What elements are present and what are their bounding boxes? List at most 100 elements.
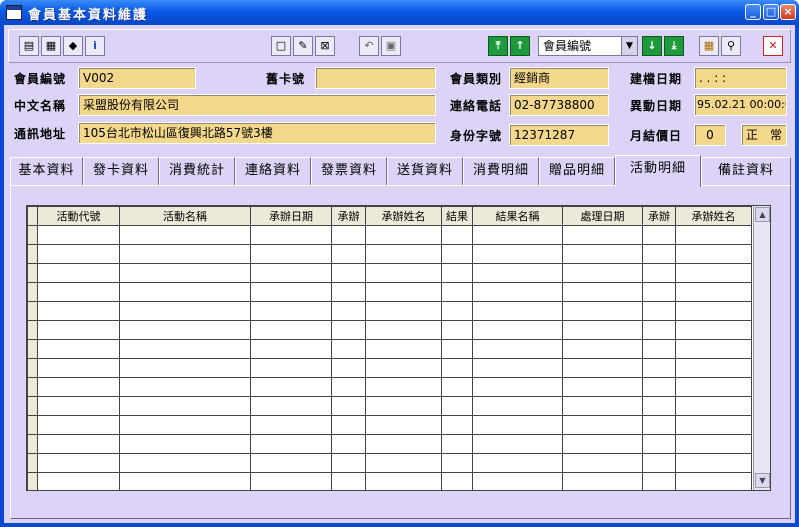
phone-field[interactable]: 02-87738800 bbox=[509, 94, 609, 116]
table-cell[interactable] bbox=[365, 244, 442, 264]
tab-basic-info[interactable]: 基本資料 bbox=[10, 157, 83, 185]
table-cell[interactable] bbox=[562, 225, 643, 245]
next-record-icon[interactable]: ↓ bbox=[642, 36, 662, 56]
table-row[interactable] bbox=[27, 472, 752, 490]
last-record-icon[interactable]: ⤓ bbox=[664, 36, 684, 56]
chevron-down-icon[interactable]: ▼ bbox=[621, 37, 637, 55]
tab-gift-detail[interactable]: 贈品明細 bbox=[539, 157, 615, 185]
table-cell[interactable] bbox=[562, 377, 643, 397]
table-cell[interactable] bbox=[119, 339, 251, 359]
table-cell[interactable] bbox=[250, 453, 332, 473]
table-cell[interactable] bbox=[675, 301, 752, 321]
search-icon[interactable]: ⚲ bbox=[721, 36, 741, 56]
table-row[interactable] bbox=[27, 358, 752, 378]
table-cell[interactable] bbox=[441, 244, 473, 264]
table-cell[interactable] bbox=[441, 282, 473, 302]
sort-field-select[interactable]: 會員編號 ▼ bbox=[538, 36, 638, 56]
row-header[interactable] bbox=[27, 358, 38, 378]
table-cell[interactable] bbox=[472, 434, 563, 454]
table-cell[interactable] bbox=[119, 434, 251, 454]
table-cell[interactable] bbox=[472, 282, 563, 302]
table-cell[interactable] bbox=[675, 377, 752, 397]
table-row[interactable] bbox=[27, 415, 752, 435]
table-cell[interactable] bbox=[441, 396, 473, 416]
table-cell[interactable] bbox=[365, 396, 442, 416]
row-header[interactable] bbox=[27, 301, 38, 321]
table-cell[interactable] bbox=[441, 453, 473, 473]
table-cell[interactable] bbox=[642, 396, 676, 416]
tab-consumption-stats[interactable]: 消費統計 bbox=[159, 157, 235, 185]
table-row[interactable] bbox=[27, 282, 752, 302]
first-record-icon[interactable]: ⤒ bbox=[488, 36, 508, 56]
table-cell[interactable] bbox=[119, 225, 251, 245]
table-cell[interactable] bbox=[37, 358, 120, 378]
table-row[interactable] bbox=[27, 244, 752, 264]
table-cell[interactable] bbox=[642, 225, 676, 245]
row-header[interactable] bbox=[27, 396, 38, 416]
table-cell[interactable] bbox=[119, 358, 251, 378]
maximize-button[interactable]: □ bbox=[763, 4, 779, 20]
table-row[interactable] bbox=[27, 396, 752, 416]
table-cell[interactable] bbox=[472, 453, 563, 473]
table-cell[interactable] bbox=[441, 434, 473, 454]
table-cell[interactable] bbox=[365, 377, 442, 397]
column-header[interactable]: 承辦姓名 bbox=[365, 206, 442, 226]
table-cell[interactable] bbox=[642, 244, 676, 264]
activity-grid[interactable]: 活動代號 活動名稱 承辦日期 承辦 承辦姓名 結果 結果名稱 處理日期 承辦 承… bbox=[26, 205, 771, 491]
previous-record-icon[interactable]: ↑ bbox=[510, 36, 530, 56]
table-cell[interactable] bbox=[119, 301, 251, 321]
table-row[interactable] bbox=[27, 377, 752, 397]
table-cell[interactable] bbox=[119, 472, 251, 490]
table-cell[interactable] bbox=[642, 263, 676, 283]
table-cell[interactable] bbox=[119, 320, 251, 340]
row-header[interactable] bbox=[27, 339, 38, 359]
table-cell[interactable] bbox=[365, 434, 442, 454]
table-cell[interactable] bbox=[562, 282, 643, 302]
table-cell[interactable] bbox=[331, 320, 366, 340]
table-cell[interactable] bbox=[37, 472, 120, 490]
vertical-scrollbar[interactable]: ▲ ▼ bbox=[753, 206, 770, 490]
column-header[interactable]: 結果名稱 bbox=[472, 206, 563, 226]
table-cell[interactable] bbox=[675, 339, 752, 359]
table-cell[interactable] bbox=[472, 301, 563, 321]
table-cell[interactable] bbox=[365, 415, 442, 435]
table-cell[interactable] bbox=[331, 396, 366, 416]
table-cell[interactable] bbox=[562, 415, 643, 435]
row-header[interactable] bbox=[27, 434, 38, 454]
tab-invoice-info[interactable]: 發票資料 bbox=[311, 157, 387, 185]
table-cell[interactable] bbox=[331, 453, 366, 473]
table-cell[interactable] bbox=[250, 396, 332, 416]
table-cell[interactable] bbox=[119, 377, 251, 397]
row-header[interactable] bbox=[27, 320, 38, 340]
table-cell[interactable] bbox=[119, 415, 251, 435]
table-cell[interactable] bbox=[562, 339, 643, 359]
table-cell[interactable] bbox=[562, 320, 643, 340]
table-cell[interactable] bbox=[250, 301, 332, 321]
column-header[interactable]: 活動名稱 bbox=[119, 206, 251, 226]
table-cell[interactable] bbox=[441, 301, 473, 321]
table-cell[interactable] bbox=[37, 453, 120, 473]
tab-consumption-detail[interactable]: 消費明細 bbox=[463, 157, 539, 185]
table-cell[interactable] bbox=[675, 434, 752, 454]
column-header[interactable]: 活動代號 bbox=[37, 206, 120, 226]
scroll-down-icon[interactable]: ▼ bbox=[755, 473, 770, 488]
table-cell[interactable] bbox=[331, 339, 366, 359]
column-header[interactable]: 承辦 bbox=[331, 206, 366, 226]
table-cell[interactable] bbox=[675, 320, 752, 340]
table-cell[interactable] bbox=[642, 282, 676, 302]
edit-record-icon[interactable]: ✎ bbox=[293, 36, 313, 56]
table-cell[interactable] bbox=[250, 339, 332, 359]
table-cell[interactable] bbox=[365, 472, 442, 490]
table-cell[interactable] bbox=[365, 263, 442, 283]
table-cell[interactable] bbox=[562, 358, 643, 378]
table-cell[interactable] bbox=[331, 434, 366, 454]
table-cell[interactable] bbox=[675, 396, 752, 416]
status-field[interactable]: 正 常 bbox=[741, 124, 787, 146]
table-cell[interactable] bbox=[331, 415, 366, 435]
table-cell[interactable] bbox=[331, 472, 366, 490]
table-row[interactable] bbox=[27, 320, 752, 340]
table-cell[interactable] bbox=[37, 282, 120, 302]
table-cell[interactable] bbox=[37, 396, 120, 416]
tab-card-issue[interactable]: 發卡資料 bbox=[83, 157, 159, 185]
grid-icon[interactable]: ▦ bbox=[699, 36, 719, 56]
